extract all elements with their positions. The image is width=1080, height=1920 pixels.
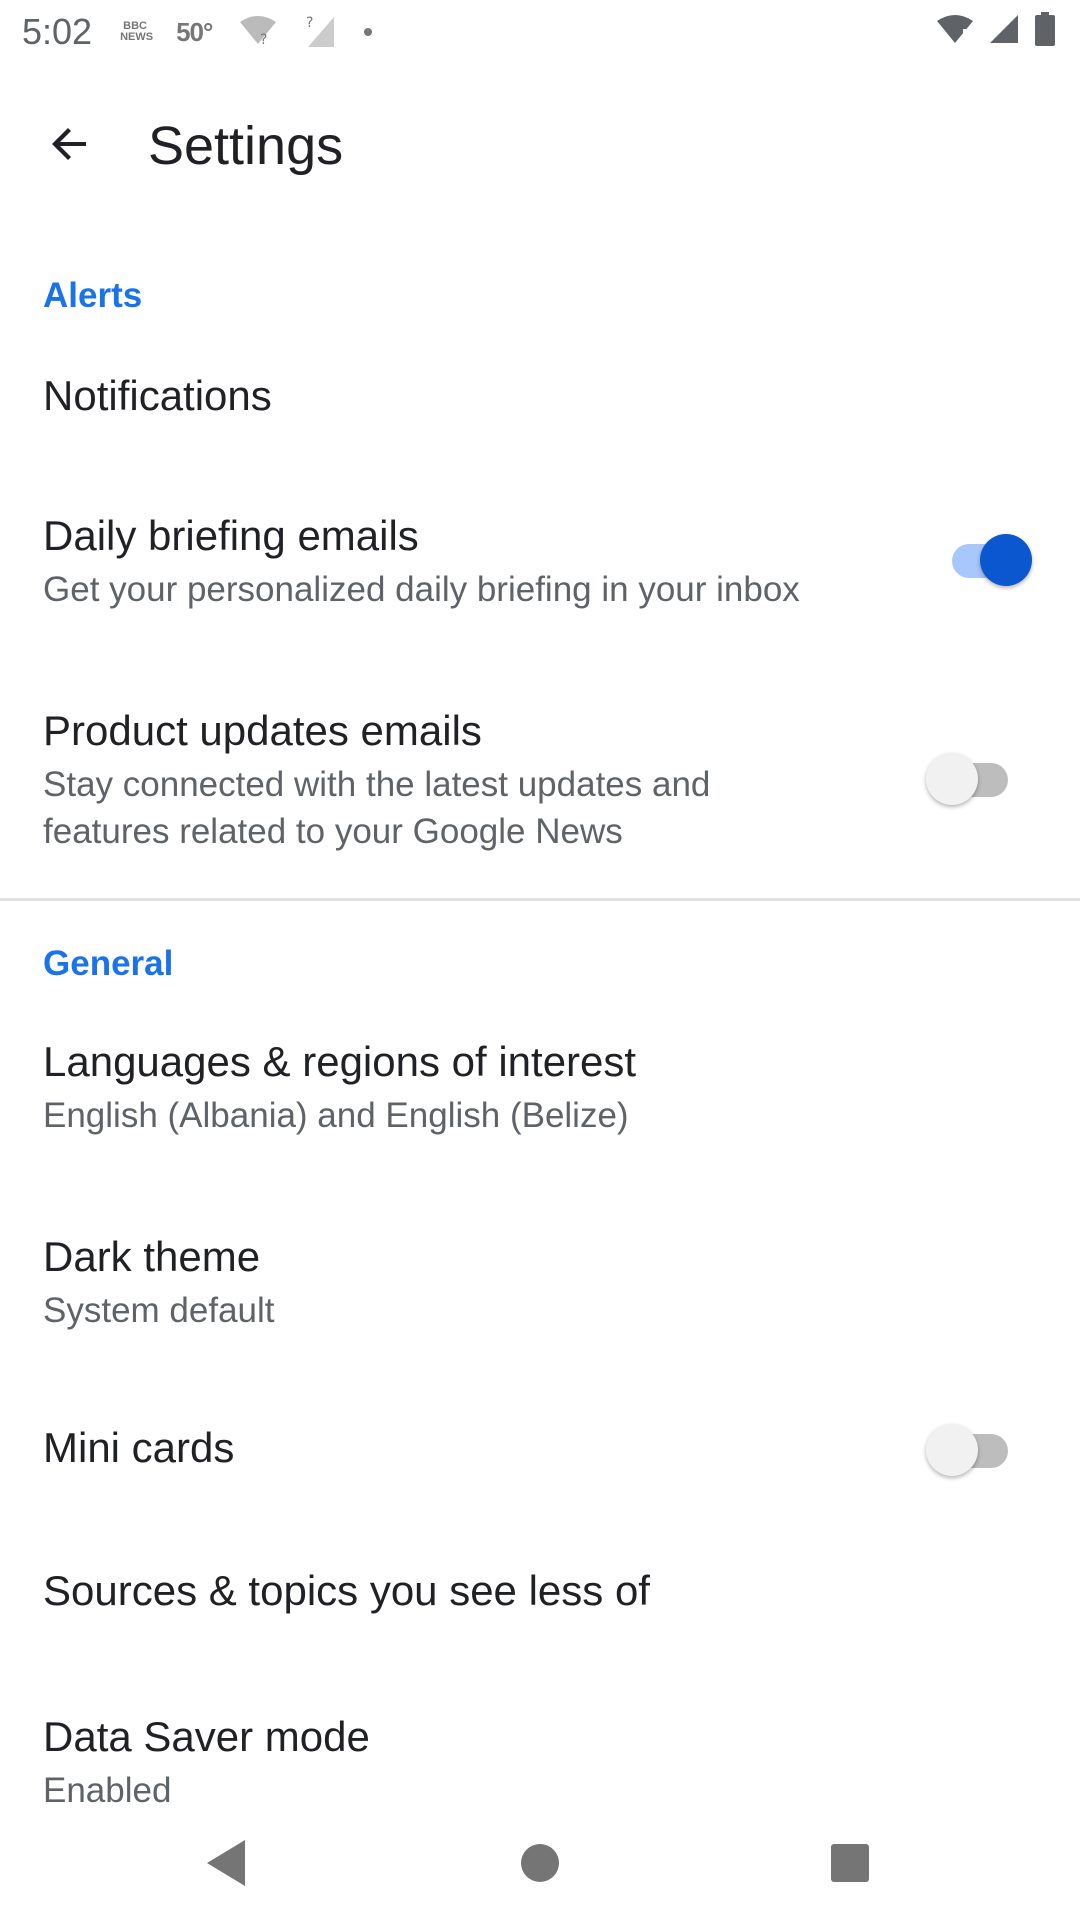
- svg-text:?: ?: [260, 32, 267, 46]
- more-notifications-dot: [364, 28, 373, 36]
- daily-briefing-title: Daily briefing emails: [43, 512, 419, 559]
- arrow-back-icon: [46, 120, 94, 173]
- section-header-general: General: [43, 944, 174, 983]
- toggle-thumb: [980, 534, 1032, 586]
- section-divider: [0, 898, 1080, 901]
- toggle-thumb: [926, 753, 978, 805]
- wifi-icon: [936, 13, 974, 50]
- product-updates-toggle[interactable]: [926, 751, 1012, 805]
- product-updates-row[interactable]: Product updates emails Stay connected wi…: [0, 695, 1080, 875]
- weather-temp: 50°: [176, 16, 213, 47]
- back-button[interactable]: [40, 116, 100, 176]
- nav-back-button[interactable]: [196, 1835, 256, 1895]
- data-saver-subtitle: Enabled: [43, 1771, 172, 1810]
- settings-list[interactable]: Alerts Notifications Daily briefing emai…: [0, 0, 1080, 1810]
- news-app-icon: BBC NEWS: [120, 20, 154, 43]
- notifications-title: Notifications: [43, 372, 272, 419]
- languages-row[interactable]: Languages & regions of interest English …: [0, 1030, 1080, 1180]
- wifi-unknown-icon: ?: [238, 14, 278, 51]
- app-bar: Settings: [0, 96, 1080, 196]
- languages-title: Languages & regions of interest: [43, 1038, 637, 1085]
- toggle-thumb: [926, 1424, 978, 1476]
- dark-theme-title: Dark theme: [43, 1233, 261, 1280]
- product-updates-subtitle: Stay connected with the latest updates a…: [43, 765, 711, 851]
- product-updates-title: Product updates emails: [43, 707, 482, 754]
- square-recents-icon: [829, 1842, 871, 1889]
- dark-theme-row[interactable]: Dark theme System default: [0, 1225, 1080, 1375]
- daily-briefing-row[interactable]: Daily briefing emails Get your personali…: [0, 500, 1080, 660]
- svg-text:?: ?: [306, 15, 313, 31]
- nav-recents-button[interactable]: [820, 1835, 880, 1895]
- daily-briefing-toggle[interactable]: [946, 532, 1032, 586]
- nav-home-button[interactable]: [510, 1835, 570, 1895]
- system-status-icons: [936, 12, 1056, 51]
- signal-unknown-icon: ?: [304, 13, 338, 52]
- data-saver-row[interactable]: Data Saver mode Enabled: [0, 1705, 1080, 1810]
- settings-screen: Alerts Notifications Daily briefing emai…: [0, 0, 1080, 1920]
- status-time: 5:02: [22, 11, 93, 52]
- sources-topics-title: Sources & topics you see less of: [43, 1567, 650, 1614]
- notification-icons: BBC NEWS 50° ? ?: [120, 13, 373, 52]
- sources-topics-row[interactable]: Sources & topics you see less of: [0, 1545, 1080, 1655]
- status-bar: 5:02 BBC NEWS 50° ? ?: [0, 0, 1080, 64]
- page-title: Settings: [148, 116, 344, 176]
- mini-cards-toggle[interactable]: [926, 1422, 1012, 1476]
- navigation-bar: [0, 1810, 1080, 1920]
- dark-theme-subtitle: System default: [43, 1291, 275, 1330]
- circle-home-icon: [519, 1842, 561, 1889]
- section-header-alerts: Alerts: [43, 276, 143, 315]
- mini-cards-row[interactable]: Mini cards: [0, 1400, 1080, 1510]
- languages-subtitle: English (Albania) and English (Belize): [43, 1096, 629, 1135]
- battery-icon: [1034, 12, 1056, 51]
- cell-signal-icon: [988, 13, 1020, 50]
- daily-briefing-subtitle: Get your personalized daily briefing in …: [43, 570, 800, 609]
- mini-cards-title: Mini cards: [43, 1424, 235, 1471]
- data-saver-title: Data Saver mode: [43, 1713, 370, 1760]
- notifications-row[interactable]: Notifications: [0, 350, 1080, 480]
- triangle-back-icon: [203, 1838, 249, 1893]
